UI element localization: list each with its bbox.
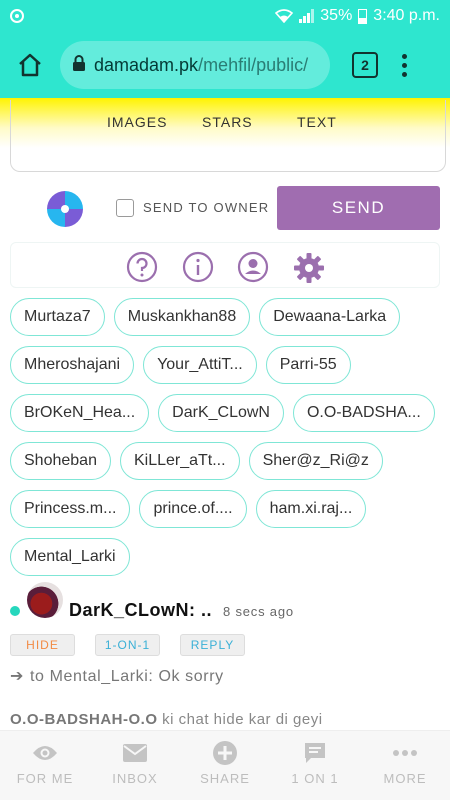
send-to-owner-label: SEND TO OWNER <box>143 200 270 215</box>
message-author[interactable]: DarK_CLowN: .. <box>69 600 212 621</box>
plus-circle-icon <box>213 741 237 765</box>
user-chip[interactable]: Dewaana-Larka <box>259 298 401 336</box>
url-path: /mehfil/public/ <box>198 54 309 75</box>
online-users-list: Murtaza7 Muskankhan88 Dewaana-Larka Mher… <box>10 298 442 576</box>
chrome-icon <box>10 9 24 23</box>
send-to-owner-checkbox[interactable] <box>116 199 134 217</box>
more-icon <box>392 741 418 765</box>
bottom-navigation: FOR ME INBOX SHARE 1 ON 1 MORE <box>0 730 450 800</box>
nav-label: INBOX <box>112 771 158 786</box>
info-icon[interactable] <box>182 251 214 283</box>
dot <box>402 53 407 59</box>
tab-text[interactable]: TEXT <box>297 114 337 130</box>
dot <box>402 71 407 77</box>
user-chip[interactable]: prince.of.... <box>139 490 247 528</box>
mehfil-actions <box>10 242 440 288</box>
status-bar: 35% 3:40 p.m. <box>0 0 450 32</box>
status-indicators: 35% 3:40 p.m. <box>275 7 440 25</box>
clock: 3:40 p.m. <box>373 7 440 24</box>
tab-stars[interactable]: STARS <box>202 114 253 130</box>
nav-label: 1 ON 1 <box>291 771 339 786</box>
battery-percent: 35% <box>320 7 353 24</box>
online-indicator <box>10 606 20 616</box>
user-chip[interactable]: Princess.m... <box>10 490 131 528</box>
site-logo-icon <box>47 191 83 227</box>
chat-icon <box>303 741 327 765</box>
nav-label: SHARE <box>200 771 250 786</box>
nav-more[interactable]: MORE <box>360 731 450 800</box>
settings-gear-icon[interactable] <box>292 251 324 283</box>
eye-icon <box>32 741 58 765</box>
message-separator: : .. <box>189 600 213 620</box>
envelope-icon <box>123 741 147 765</box>
user-chip[interactable]: Your_AttiT... <box>143 346 257 384</box>
user-chip[interactable]: O.O-BADSHA... <box>292 394 435 432</box>
send-row: SEND TO OWNER SEND <box>0 186 450 232</box>
tab-switcher-button[interactable]: 2 <box>352 52 378 78</box>
signal-icon <box>299 9 315 23</box>
user-chip[interactable]: Muskankhan88 <box>113 298 251 336</box>
user-chip[interactable]: ham.xi.raj... <box>255 490 367 528</box>
hide-button[interactable]: HIDE <box>10 634 75 656</box>
wifi-icon <box>275 9 294 23</box>
nav-label: FOR ME <box>16 771 74 786</box>
system-message: O.O-BADSHAH-O.O ki chat hide kar di geyi <box>10 711 323 728</box>
send-button[interactable]: SEND <box>277 186 440 230</box>
reply-button[interactable]: REPLY <box>180 634 245 656</box>
address-bar[interactable]: damadam.pk/mehfil/public/ <box>60 41 330 89</box>
avatar[interactable] <box>27 582 63 618</box>
message-author-name: DarK_CLowN <box>69 600 190 620</box>
user-chip[interactable]: KiLLer_aTt... <box>119 442 240 480</box>
battery-icon <box>358 8 368 24</box>
user-chip[interactable]: Mental_Larki <box>10 538 130 576</box>
nav-one-on-one[interactable]: 1 ON 1 <box>270 731 360 800</box>
one-on-one-button[interactable]: 1-ON-1 <box>95 634 160 656</box>
browser-toolbar: damadam.pk/mehfil/public/ 2 <box>0 32 450 98</box>
user-chip[interactable]: DarK_CLowN <box>158 394 284 432</box>
user-chip[interactable]: Sher@z_Ri@z <box>248 442 383 480</box>
home-icon <box>19 53 41 77</box>
nav-share[interactable]: SHARE <box>180 731 270 800</box>
user-chip[interactable]: BrOKeN_Hea... <box>10 394 150 432</box>
url-host: damadam.pk <box>94 54 199 75</box>
nav-label: MORE <box>383 771 427 786</box>
user-chip[interactable]: Mheroshajani <box>10 346 135 384</box>
message-time: 8 secs ago <box>223 604 294 619</box>
lock-icon <box>72 54 86 77</box>
user-chip[interactable]: Parri-55 <box>265 346 351 384</box>
tab-images[interactable]: IMAGES <box>107 114 167 130</box>
system-message-user[interactable]: O.O-BADSHAH-O.O <box>10 711 158 728</box>
message-body: ➔ to Mental_Larki: Ok sorry <box>10 666 224 686</box>
message-text: to Mental_Larki: Ok sorry <box>30 668 224 685</box>
profile-icon[interactable] <box>237 251 269 283</box>
dot <box>402 62 407 68</box>
home-button[interactable] <box>10 45 50 85</box>
browser-menu-button[interactable] <box>402 53 407 77</box>
help-icon[interactable] <box>126 251 158 283</box>
message-input-box[interactable] <box>10 100 446 172</box>
system-message-text: ki chat hide kar di geyi <box>157 711 323 728</box>
user-chip[interactable]: Shoheban <box>10 442 111 480</box>
nav-inbox[interactable]: INBOX <box>90 731 180 800</box>
arrow-right-icon: ➔ <box>10 668 25 685</box>
nav-for-me[interactable]: FOR ME <box>0 731 90 800</box>
user-chip[interactable]: Murtaza7 <box>10 298 105 336</box>
